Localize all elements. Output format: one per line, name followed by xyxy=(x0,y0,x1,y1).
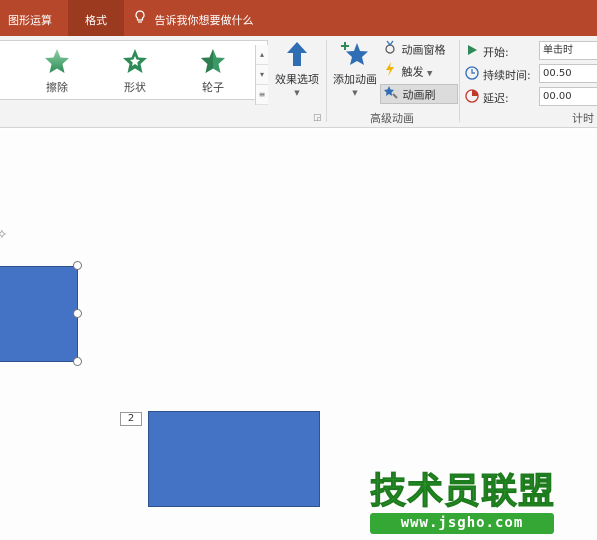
resize-handle[interactable] xyxy=(73,261,82,270)
tell-me-search[interactable]: 告诉我你想要做什么 xyxy=(134,0,254,36)
gallery-scroll-down-button[interactable]: ▾ xyxy=(256,65,268,85)
animation-painter-icon xyxy=(383,85,399,106)
gallery-scroller: ▴ ▾ ≡ xyxy=(255,45,268,105)
ribbon-tab-bar: 图形运算 格式 告诉我你想要做什么 xyxy=(0,0,597,36)
animation-wipe[interactable]: 擦除 xyxy=(24,47,90,95)
timing-start-row: 开始: 单击时 xyxy=(465,40,597,62)
watermark-title: 技术员联盟 xyxy=(369,471,556,512)
animation-pane-button[interactable]: 动画窗格 xyxy=(380,40,458,60)
animation-pane-label: 动画窗格 xyxy=(401,43,446,57)
start-label: 开始: xyxy=(483,46,509,59)
resize-handle[interactable] xyxy=(73,309,82,318)
animation-wheel[interactable]: 轮子 xyxy=(180,47,246,95)
advanced-animation-group: 动画窗格 触发 ▼ 动画刷 xyxy=(380,40,458,106)
trigger-label: 触发 xyxy=(401,65,424,79)
clock-icon xyxy=(465,66,479,80)
add-animation-label: 添加动画 xyxy=(333,73,377,86)
tell-me-text: 告诉我你想要做什么 xyxy=(154,14,254,27)
animation-star-marker-icon: ✧ xyxy=(0,227,8,243)
animation-pane-icon xyxy=(382,40,398,61)
animation-shape-label: 形状 xyxy=(124,81,146,94)
animation-shape[interactable]: 形状 xyxy=(102,47,168,95)
delay-clock-icon xyxy=(465,89,479,103)
timing-delay-row: 延迟: 00.00 xyxy=(465,86,597,108)
chevron-down-icon: ▼ xyxy=(427,69,433,78)
animation-wipe-label: 擦除 xyxy=(46,81,68,94)
delay-input[interactable]: 00.00 xyxy=(539,87,597,106)
selected-rectangle-shape[interactable] xyxy=(0,266,78,362)
advanced-animation-group-label: 高级动画 xyxy=(370,112,414,125)
group-separator xyxy=(326,40,327,122)
resize-handle[interactable] xyxy=(73,357,82,366)
wheel-star-icon xyxy=(201,49,225,73)
duration-label: 持续时间: xyxy=(483,69,531,82)
animation-gallery: 擦除 形状 轮子 ▴ ▾ ≡ xyxy=(0,40,268,105)
chevron-down-icon: ▼ xyxy=(294,89,300,97)
timing-group-label: 计时 xyxy=(572,112,594,125)
delay-label: 延迟: xyxy=(483,92,509,105)
start-select[interactable]: 单击时 xyxy=(539,41,597,60)
play-icon xyxy=(465,43,479,57)
dialog-launcher-icon[interactable]: ◲ xyxy=(313,113,322,123)
duration-input[interactable]: 00.50 xyxy=(539,64,597,83)
animation-wheel-label: 轮子 xyxy=(202,81,224,94)
add-star-icon xyxy=(341,42,368,65)
animation-sequence-tag[interactable]: 2 xyxy=(120,412,142,426)
ribbon: 擦除 形状 轮子 ▴ ▾ ≡ 效果选项 ▼ 添加动画 ▼ 动画窗格 触发 ▼ 动… xyxy=(0,36,597,128)
animation-painter-label: 动画刷 xyxy=(402,88,436,102)
lightning-icon xyxy=(382,62,398,83)
trigger-button[interactable]: 触发 ▼ xyxy=(380,62,458,82)
gallery-scroll-up-button[interactable]: ▴ xyxy=(256,45,268,65)
animation-painter-button[interactable]: 动画刷 xyxy=(380,84,458,104)
up-arrow-icon xyxy=(287,42,307,66)
add-animation-button[interactable]: 添加动画 ▼ xyxy=(330,40,380,97)
rectangle-shape[interactable] xyxy=(148,411,320,507)
wipe-star-icon xyxy=(45,49,69,73)
group-separator xyxy=(459,40,460,122)
timing-duration-row: 持续时间: 00.50 xyxy=(465,63,597,85)
watermark-url: www.jsgho.com xyxy=(370,513,554,534)
chevron-down-icon: ▼ xyxy=(352,89,358,97)
tab-format[interactable]: 格式 xyxy=(68,0,124,36)
gallery-more-button[interactable]: ≡ xyxy=(256,85,268,105)
timing-group: 开始: 单击时 持续时间: 00.50 延迟: 00.00 xyxy=(465,40,597,109)
effect-options-button[interactable]: 效果选项 ▼ xyxy=(272,40,322,97)
effect-options-label: 效果选项 xyxy=(275,73,319,86)
tab-shape-operations[interactable]: 图形运算 xyxy=(0,0,68,36)
shape-star-icon xyxy=(123,49,147,73)
